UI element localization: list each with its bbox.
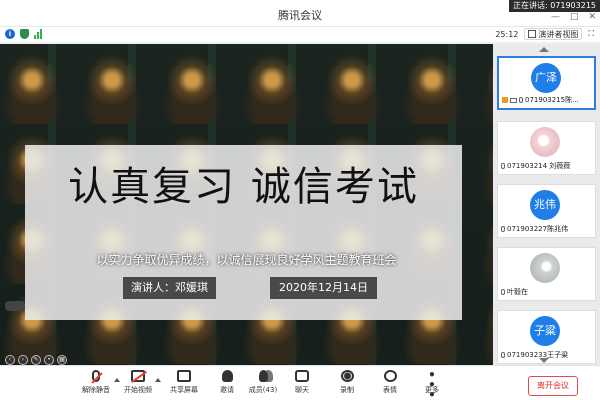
- start-video-label: 开始视频: [124, 386, 152, 394]
- chat-button[interactable]: 聊天: [282, 370, 322, 395]
- fullscreen-icon[interactable]: ⛶: [588, 29, 594, 39]
- mic-icon: [519, 97, 523, 103]
- share-screen-button[interactable]: 共享屏幕: [164, 370, 204, 395]
- mic-muted-icon: [92, 370, 100, 382]
- avatar: [530, 127, 560, 157]
- participant-tile[interactable]: 071903214 刘薇薇: [497, 121, 596, 175]
- participant-tile[interactable]: 叶毅在: [497, 247, 596, 301]
- participant-name: 071903215陈...: [525, 96, 579, 104]
- slides-grid-icon[interactable]: ▦: [57, 355, 67, 365]
- chat-label: 聊天: [295, 386, 309, 394]
- share-screen-icon: [177, 370, 191, 382]
- members-label: 成员(43): [248, 386, 278, 394]
- participant-name: 叶毅在: [507, 288, 528, 296]
- view-mode-label: 演讲者视图: [538, 29, 579, 39]
- mic-icon: [501, 226, 505, 232]
- slide-speaker: 演讲人：邓媛琪: [123, 277, 216, 299]
- mic-icon: [501, 163, 505, 169]
- speaking-indicator: 正在讲话: 071903215: [508, 0, 600, 12]
- unmute-button[interactable]: 解除静音: [76, 370, 116, 395]
- scroll-down-icon[interactable]: [539, 358, 549, 363]
- avatar: 兆伟: [530, 190, 560, 220]
- participant-tile[interactable]: 兆伟 071903227陈兆伟: [497, 184, 596, 238]
- info-left-icons: i: [5, 29, 42, 39]
- signal-icon[interactable]: [34, 29, 42, 39]
- grid-view-icon: [528, 30, 537, 38]
- participant-name: 071903214 刘薇薇: [507, 162, 571, 170]
- more-button[interactable]: • • • 更多: [412, 368, 452, 400]
- chat-icon: [295, 370, 309, 382]
- invite-label: 邀请: [220, 386, 234, 394]
- members-button[interactable]: 成员(43): [243, 370, 283, 395]
- avatar: 广泽: [531, 63, 561, 93]
- meeting-timer: 25:12: [495, 29, 519, 39]
- avatar: [530, 253, 560, 283]
- invite-button[interactable]: 邀请: [207, 370, 247, 395]
- scroll-up-icon[interactable]: [539, 47, 549, 52]
- members-icon: [258, 370, 268, 382]
- unmute-label: 解除静音: [82, 386, 110, 394]
- share-screen-label: 共享屏幕: [170, 386, 198, 394]
- pointer-icon[interactable]: •: [44, 355, 54, 365]
- shared-screen: 认真复习 诚信考试 以实力争取优异成绩，以诚信展现良好学风主题教育班会 演讲人：…: [0, 44, 493, 365]
- slide-title: 认真复习 诚信考试: [68, 164, 419, 210]
- prev-slide-icon[interactable]: ‹: [5, 355, 15, 365]
- smile-icon: [383, 370, 397, 382]
- more-icon: • • •: [428, 368, 436, 400]
- more-label: 更多: [425, 386, 439, 394]
- close-button[interactable]: ✕: [588, 12, 596, 22]
- shield-icon[interactable]: [20, 29, 29, 39]
- view-mode-button[interactable]: 演讲者视图: [524, 28, 583, 40]
- minimize-button[interactable]: —: [551, 12, 560, 22]
- maximize-button[interactable]: □: [570, 12, 579, 22]
- record-label: 录制: [340, 386, 354, 394]
- slide-subtitle: 以实力争取优异成绩，以诚信展现良好学风主题教育班会: [96, 253, 397, 267]
- participant-tile[interactable]: 子粱 071903233王子粱: [497, 310, 596, 364]
- participant-name: 071903227陈兆伟: [507, 225, 569, 233]
- slide-date: 2020年12月14日: [270, 277, 377, 299]
- meeting-info-bar: i 25:12 演讲者视图 ⛶: [0, 27, 600, 43]
- record-button[interactable]: 录制: [327, 370, 367, 395]
- leave-meeting-button[interactable]: 离开会议: [528, 376, 578, 396]
- meeting-window: 腾讯会议 正在讲话: 071903215 — □ ✕ i 25:12 演讲者视图…: [0, 0, 600, 400]
- next-slide-icon[interactable]: ›: [18, 355, 28, 365]
- mic-icon: [501, 352, 505, 358]
- reactions-label: 表情: [383, 386, 397, 394]
- info-icon[interactable]: i: [5, 29, 15, 39]
- screen-share-icon: [510, 97, 517, 103]
- reactions-button[interactable]: 表情: [370, 370, 410, 395]
- camera-off-icon: [131, 370, 145, 382]
- window-controls: — □ ✕: [551, 12, 596, 22]
- host-icon: [502, 97, 508, 103]
- video-options-caret[interactable]: [155, 378, 161, 382]
- title-bar: 腾讯会议 正在讲话: 071903215 — □ ✕: [0, 0, 600, 27]
- avatar: 子粱: [530, 316, 560, 346]
- participants-panel: 广泽 071903215陈... 071903214 刘薇薇 兆伟 071903…: [493, 44, 600, 365]
- participant-tile[interactable]: 广泽 071903215陈...: [497, 56, 596, 110]
- slide-tool-icons: ‹ › ✎ • ▦: [5, 355, 67, 365]
- mic-icon: [501, 289, 505, 295]
- participant-name: 071903233王子粱: [507, 351, 569, 359]
- start-video-button[interactable]: 开始视频: [118, 370, 158, 395]
- slide-title-banner: 认真复习 诚信考试: [25, 145, 462, 320]
- info-right-controls: 25:12 演讲者视图 ⛶: [495, 28, 594, 40]
- record-icon: [340, 370, 354, 382]
- annotation-toggle[interactable]: [5, 301, 25, 311]
- meeting-toolbar: 解除静音 开始视频 共享屏幕 邀请 成员(43) 聊天 录制 表情 • • • …: [0, 365, 600, 400]
- invite-icon: [221, 370, 233, 382]
- pen-icon[interactable]: ✎: [31, 355, 41, 365]
